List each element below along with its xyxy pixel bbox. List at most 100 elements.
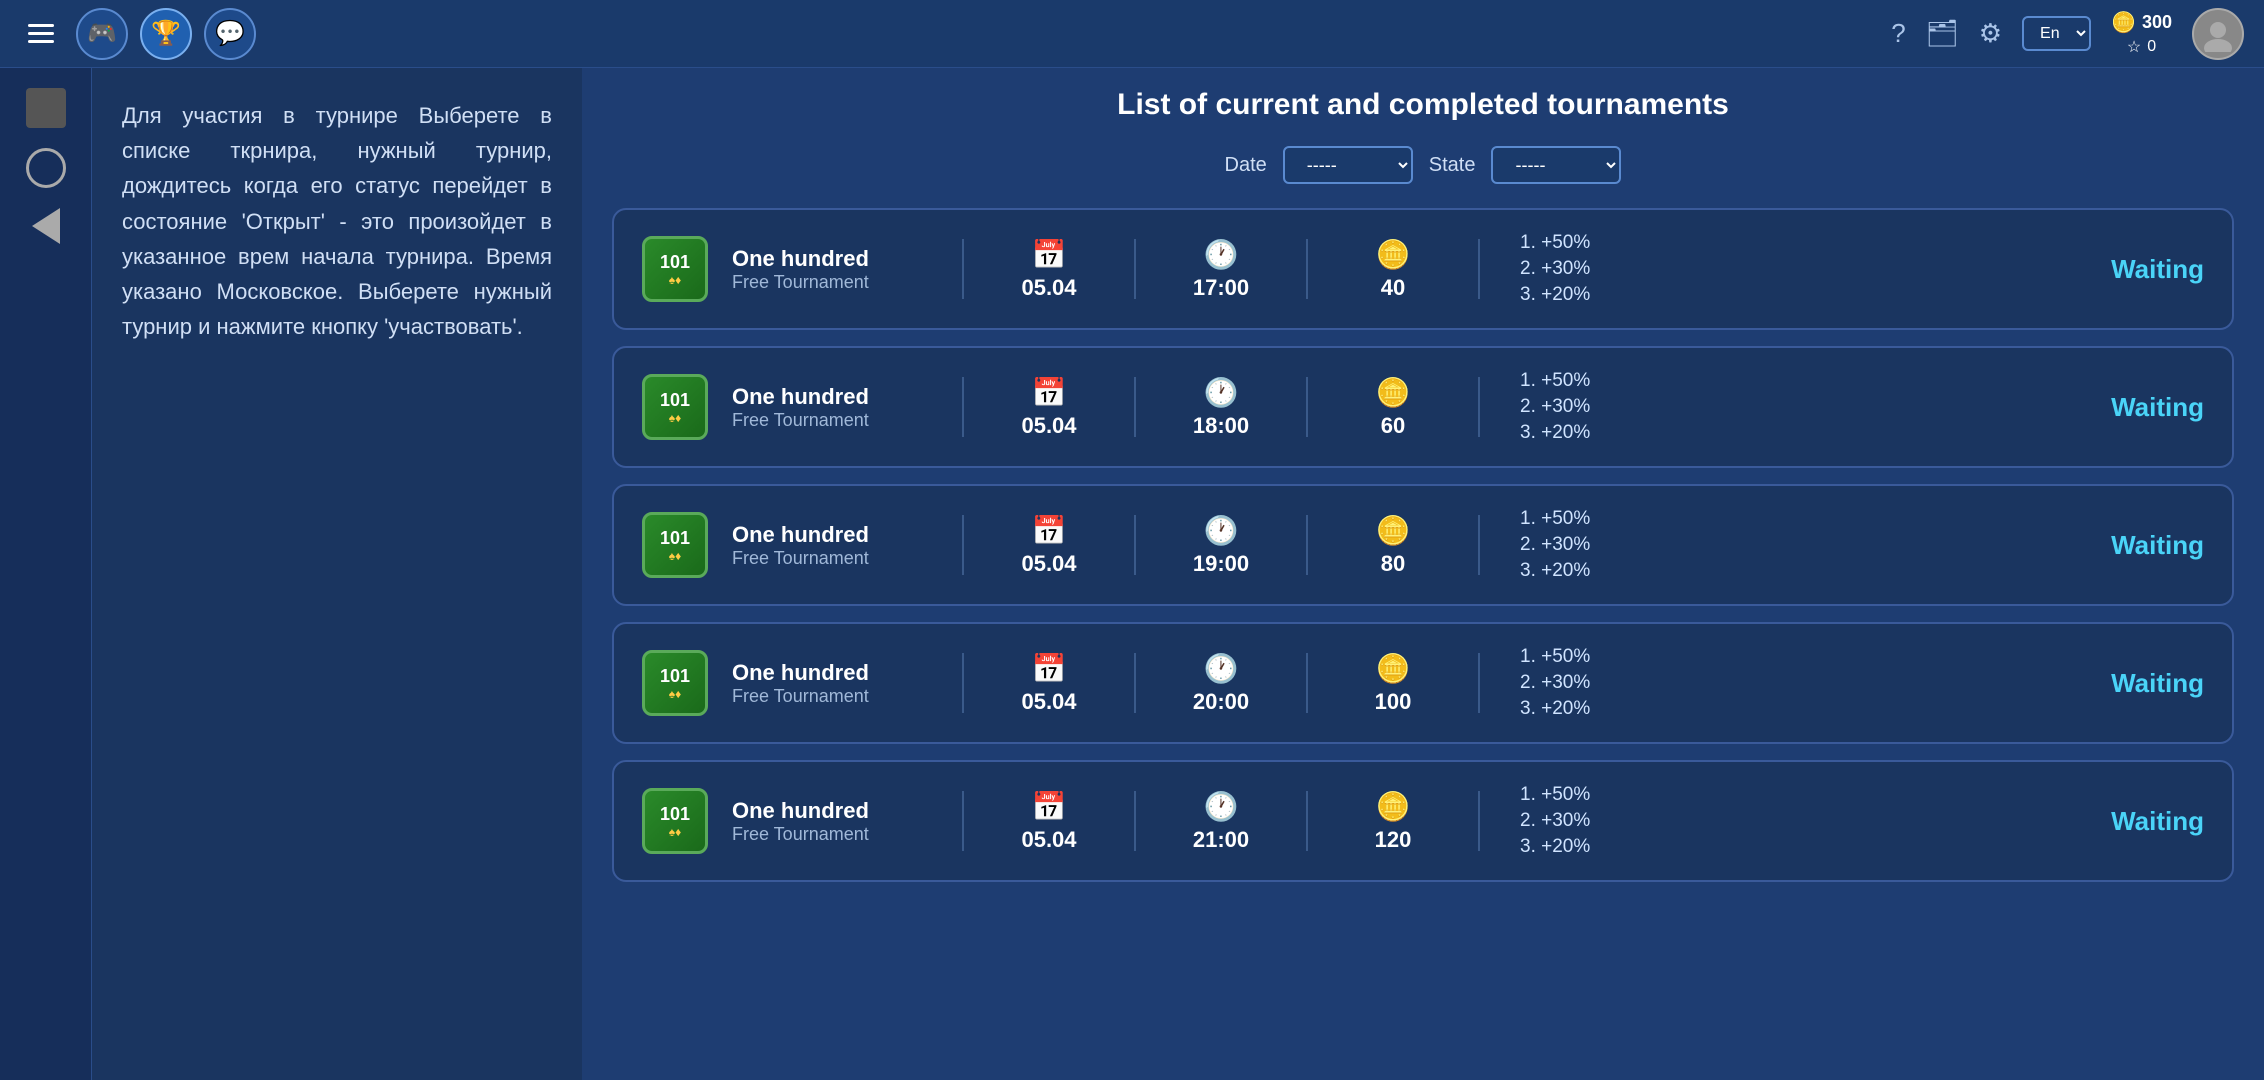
prize-3: 3. +20% [1520, 836, 1660, 858]
coins-display: 🪙 300 [2111, 10, 2172, 35]
avatar[interactable] [2192, 8, 2244, 60]
date-filter-label: Date [1225, 154, 1267, 177]
tournament-players-stat: 🪙 120 [1338, 790, 1448, 853]
help-button[interactable]: ? [1891, 18, 1905, 49]
divider [1134, 377, 1136, 437]
tournament-type: Free Tournament [732, 548, 932, 569]
calendar-icon: 📅 [1032, 790, 1067, 823]
date-filter-select[interactable]: ----- [1283, 146, 1413, 184]
tournament-date: 05.04 [1021, 275, 1076, 301]
prize-1: 1. +50% [1520, 370, 1660, 392]
coins-amount: 300 [2142, 12, 2172, 33]
tournament-card[interactable]: 101 ♠♦ One hundred Free Tournament 📅 05.… [612, 484, 2234, 606]
tournament-players: 120 [1375, 827, 1412, 853]
prize-1: 1. +50% [1520, 508, 1660, 530]
calendar-icon: 📅 [1032, 514, 1067, 547]
tournament-status: Waiting [2074, 530, 2204, 561]
tournament-date: 05.04 [1021, 827, 1076, 853]
sidebar-square-icon[interactable] [26, 88, 66, 128]
tournament-card[interactable]: 101 ♠♦ One hundred Free Tournament 📅 05.… [612, 760, 2234, 882]
tournament-name: One hundred [732, 522, 932, 548]
tournament-date-stat: 📅 05.04 [994, 652, 1104, 715]
tournament-prizes: 1. +50% 2. +30% 3. +20% [1520, 508, 1660, 582]
tournament-prizes: 1. +50% 2. +30% 3. +20% [1520, 232, 1660, 306]
menu-button[interactable] [20, 12, 64, 56]
tournament-icon: 101 ♠♦ [642, 374, 708, 440]
tournament-card[interactable]: 101 ♠♦ One hundred Free Tournament 📅 05.… [612, 208, 2234, 330]
main-layout: Для участия в турнире Выберете в списке … [0, 68, 2264, 1080]
games-nav-button[interactable]: 🎮 [76, 8, 128, 60]
tournament-icon: 101 ♠♦ [642, 788, 708, 854]
chat-nav-button[interactable]: 💬 [204, 8, 256, 60]
tournament-date-stat: 📅 05.04 [994, 238, 1104, 301]
coins-stack-icon: 🪙 [1376, 514, 1411, 547]
prize-2: 2. +30% [1520, 810, 1660, 832]
tournament-status: Waiting [2074, 806, 2204, 837]
tournament-card[interactable]: 101 ♠♦ One hundred Free Tournament 📅 05.… [612, 346, 2234, 468]
tournament-status: Waiting [2074, 668, 2204, 699]
sidebar-arrow-icon[interactable] [32, 208, 60, 244]
tournament-type: Free Tournament [732, 686, 932, 707]
clock-icon: 🕐 [1204, 514, 1239, 547]
tournament-time-stat: 🕐 21:00 [1166, 790, 1276, 853]
divider [1478, 239, 1480, 299]
tournament-players-stat: 🪙 40 [1338, 238, 1448, 301]
divider [1134, 653, 1136, 713]
tournament-date: 05.04 [1021, 689, 1076, 715]
divider [1134, 515, 1136, 575]
trophy-nav-button[interactable]: 🏆 [140, 8, 192, 60]
clock-icon: 🕐 [1204, 376, 1239, 409]
tournament-players: 60 [1381, 413, 1405, 439]
content-panel: Для участия в турнире Выберете в списке … [92, 68, 2264, 1080]
prize-3: 3. +20% [1520, 284, 1660, 306]
tournament-time: 19:00 [1193, 551, 1249, 577]
tournament-players: 100 [1375, 689, 1412, 715]
state-filter-select[interactable]: ----- [1491, 146, 1621, 184]
tournament-date-stat: 📅 05.04 [994, 514, 1104, 577]
tournament-time-stat: 🕐 19:00 [1166, 514, 1276, 577]
divider [1478, 791, 1480, 851]
sidebar-circle-icon[interactable] [26, 148, 66, 188]
tournament-info: One hundred Free Tournament [732, 798, 932, 845]
divider [962, 377, 964, 437]
calendar-icon: 📅 [1032, 652, 1067, 685]
divider [1306, 239, 1308, 299]
info-text: Для участия в турнире Выберете в списке … [122, 98, 552, 344]
tournament-time-stat: 🕐 20:00 [1166, 652, 1276, 715]
prize-2: 2. +30% [1520, 396, 1660, 418]
tournament-card[interactable]: 101 ♠♦ One hundred Free Tournament 📅 05.… [612, 622, 2234, 744]
tournament-info: One hundred Free Tournament [732, 522, 932, 569]
tournament-icon: 101 ♠♦ [642, 650, 708, 716]
coins-stack-icon: 🪙 [1376, 376, 1411, 409]
tournament-name: One hundred [732, 798, 932, 824]
prize-1: 1. +50% [1520, 232, 1660, 254]
info-panel: Для участия в турнире Выберете в списке … [92, 68, 582, 1080]
tournament-players: 40 [1381, 275, 1405, 301]
stars-amount: 0 [2147, 38, 2156, 56]
clock-icon: 🕐 [1204, 238, 1239, 271]
tournament-time-stat: 🕐 17:00 [1166, 238, 1276, 301]
divider [962, 653, 964, 713]
tournament-date: 05.04 [1021, 551, 1076, 577]
wallet-button[interactable]: 🗂 [1926, 18, 1959, 49]
tournament-players: 80 [1381, 551, 1405, 577]
divider [1306, 515, 1308, 575]
state-filter-label: State [1429, 154, 1476, 177]
tournament-date: 05.04 [1021, 413, 1076, 439]
tournament-info: One hundred Free Tournament [732, 384, 932, 431]
prize-3: 3. +20% [1520, 422, 1660, 444]
tournament-status: Waiting [2074, 392, 2204, 423]
tournament-type: Free Tournament [732, 410, 932, 431]
stars-display: ☆ 0 [2127, 37, 2156, 57]
divider [1134, 239, 1136, 299]
clock-icon: 🕐 [1204, 790, 1239, 823]
divider [962, 791, 964, 851]
settings-button[interactable]: ⚙ [1979, 18, 2002, 49]
tournament-prizes: 1. +50% 2. +30% 3. +20% [1520, 370, 1660, 444]
divider [1306, 653, 1308, 713]
language-select[interactable]: En Ru [2022, 16, 2091, 51]
coins-stack-icon: 🪙 [1376, 238, 1411, 271]
coin-icon: 🪙 [2111, 10, 2136, 35]
star-icon: ☆ [2127, 37, 2141, 57]
prize-1: 1. +50% [1520, 646, 1660, 668]
